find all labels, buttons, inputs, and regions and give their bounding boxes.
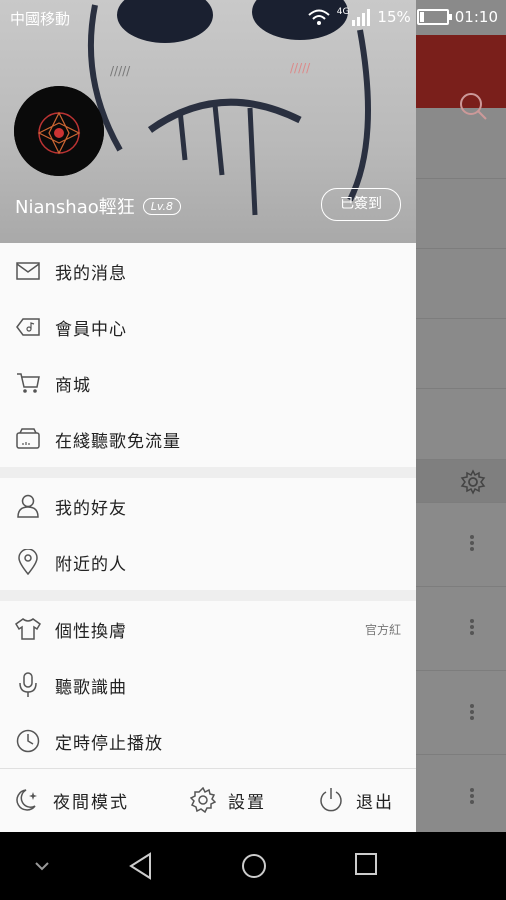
mic-icon — [15, 672, 41, 698]
location-pin-icon — [15, 549, 41, 575]
menu-item-label: 在綫聽歌免流量 — [55, 431, 181, 452]
current-skin-value: 官方紅 — [364, 622, 401, 637]
system-nav-bar — [0, 832, 506, 900]
exit-label: 退出 — [356, 792, 394, 813]
night-mode-label: 夜間模式 — [53, 792, 129, 813]
background-row — [416, 319, 506, 389]
svg-text://///: ///// — [290, 61, 311, 75]
user-avatar[interactable] — [14, 86, 104, 176]
background-row — [416, 249, 506, 319]
battery-percent: 15% — [377, 8, 411, 26]
checkin-button[interactable]: 已簽到 — [321, 188, 401, 221]
svg-text://///: ///// — [110, 64, 131, 78]
signal-icon — [352, 9, 371, 26]
background-row — [416, 389, 506, 460]
profile-cover: ///// ///// Nianshao輕狂 Lv.8 已簽到 — [0, 0, 416, 243]
carrier-label: 中國移動 — [10, 10, 71, 28]
menu-item-nearby[interactable]: 附近的人 — [0, 534, 416, 590]
exit-button[interactable]: 退出 — [318, 787, 394, 813]
home-icon[interactable] — [240, 852, 268, 880]
background-row — [416, 586, 506, 671]
background-row — [416, 502, 506, 587]
menu-item-label: 我的好友 — [55, 498, 127, 519]
recents-icon[interactable] — [354, 852, 378, 876]
settings-label: 設置 — [228, 792, 266, 813]
username-text: Nianshao輕狂 — [15, 197, 135, 218]
gear-icon[interactable] — [460, 469, 486, 495]
more-options-icon[interactable] — [468, 617, 476, 639]
menu-separator — [0, 467, 416, 478]
menu-item-song-recognition[interactable]: 聽歌識曲 — [0, 657, 416, 713]
menu-item-store[interactable]: 商城 — [0, 355, 416, 411]
navigation-drawer: ///// ///// Nianshao輕狂 Lv.8 已簽到 我的消息 會員中… — [0, 0, 416, 832]
moon-icon — [16, 789, 37, 811]
tshirt-icon — [15, 616, 41, 642]
menu-separator — [0, 590, 416, 601]
menu-item-label: 我的消息 — [55, 263, 127, 284]
menu-item-label: 個性換膚 — [55, 621, 127, 642]
chevron-down-icon[interactable] — [34, 860, 50, 872]
settings-button[interactable]: 設置 — [190, 787, 266, 813]
more-options-icon[interactable] — [468, 786, 476, 808]
battery-icon — [416, 9, 452, 25]
person-icon — [15, 493, 41, 519]
power-icon — [320, 788, 342, 812]
menu-item-skin[interactable]: 個性換膚 官方紅 — [0, 601, 416, 657]
menu-item-friends[interactable]: 我的好友 — [0, 478, 416, 534]
avatar-image — [14, 86, 104, 176]
menu-item-free-data[interactable]: 在綫聽歌免流量 — [0, 411, 416, 467]
clock-time: 01:10 — [454, 8, 498, 26]
back-icon[interactable] — [128, 852, 154, 880]
menu-item-vip-center[interactable]: 會員中心 — [0, 299, 416, 355]
menu-item-sleep-timer[interactable]: 定時停止播放 — [0, 713, 416, 769]
background-row — [416, 670, 506, 755]
sim-card-icon — [15, 426, 41, 452]
wifi-icon — [308, 9, 330, 25]
network-type: 4G — [336, 7, 350, 17]
background-row — [416, 108, 506, 179]
mail-icon — [15, 258, 41, 284]
menu-item-label: 會員中心 — [55, 319, 127, 340]
menu-item-messages[interactable]: 我的消息 — [0, 243, 416, 299]
drawer-bottom-bar: 夜間模式 設置 退出 — [0, 768, 416, 833]
level-badge: Lv.8 — [142, 197, 181, 215]
menu-item-label: 附近的人 — [55, 554, 127, 575]
cart-icon — [15, 370, 41, 396]
menu-item-label: 商城 — [55, 375, 91, 396]
status-right: 4G 15% 01:10 — [307, 7, 498, 26]
username: Nianshao輕狂 Lv.8 — [15, 193, 181, 219]
vip-diamond-icon — [15, 314, 41, 340]
menu-item-label: 聽歌識曲 — [55, 677, 127, 698]
menu-item-label: 定時停止播放 — [55, 733, 163, 754]
more-options-icon[interactable] — [468, 702, 476, 724]
more-options-icon[interactable] — [468, 533, 476, 555]
background-row — [416, 179, 506, 249]
drawer-menu: 我的消息 會員中心 商城 在綫聽歌免流量 我的好友 附近的人 個性換膚 官方紅 … — [0, 243, 416, 769]
gear-icon — [190, 787, 216, 813]
clock-icon — [15, 728, 41, 754]
status-bar: 中國移動 4G 15% 01:10 — [0, 0, 506, 35]
night-mode-button[interactable]: 夜間模式 — [15, 787, 129, 813]
